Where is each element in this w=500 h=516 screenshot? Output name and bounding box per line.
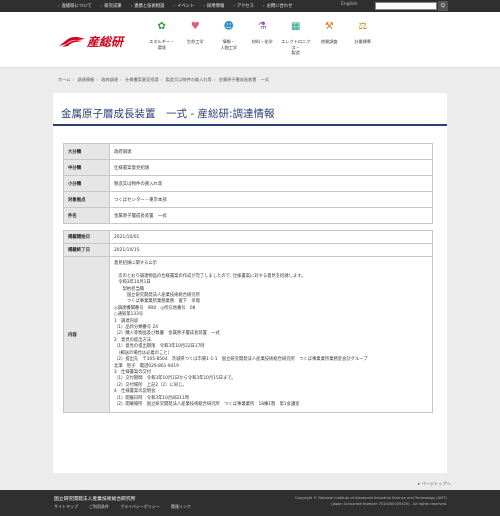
top-link-collaboration[interactable]: 連携と技術相談	[131, 3, 164, 9]
breadcrumb-opinion[interactable]: 仕様書案意見招請	[125, 77, 159, 82]
breadcrumb: ホーム › 調達情報 › 政府調達 › 仕様書案意見招請 › 製造又は物件の買入れ等 › …	[58, 77, 269, 82]
nav-label: エレクトロニクス・ 製造	[281, 39, 311, 55]
nav-item-information[interactable]: ☻ 情報・ 人間工学	[212, 12, 246, 68]
table-row: 小分類 製造又は物件の買入れ等	[63, 175, 433, 192]
search-button[interactable]: Q	[438, 1, 448, 11]
breadcrumb-purchase[interactable]: 製造又は物件の買入れ等	[166, 77, 212, 82]
content-key: 内容	[63, 255, 110, 414]
chip-icon: ▦	[291, 20, 301, 32]
heart-icon: ♥	[190, 20, 200, 32]
page-top-link[interactable]: ▸ ページトップへ	[418, 481, 451, 487]
footer-org: 国立研究開発法人産業技術総合研究所	[54, 497, 136, 502]
top-bar: 産総研について 研究成果 連携と技術相談 イベント 採用情報 アクセス お問い合…	[0, 0, 500, 12]
nav-label: 計量標準	[354, 39, 372, 44]
nav-item-energy[interactable]: ✿ エネルギー・ 環境	[145, 12, 179, 68]
logo-swoosh-icon	[59, 36, 85, 47]
table-row: 掲載終了日 2021/10/15	[63, 243, 433, 257]
row-key: 大分類	[63, 143, 110, 160]
table-row: 内容 意見招請に関する公示 次のとおり調達物品の仕様書案の作成が完了しましたので,…	[63, 255, 433, 414]
end-date-value: 2021/10/15	[109, 243, 433, 257]
search-icon: Q	[441, 3, 445, 9]
breadcrumb-procurement[interactable]: 調達情報	[77, 77, 94, 82]
footer-links: サイトマップ ご利用条件 プライバシーポリシー 関連リンク	[54, 504, 202, 510]
footer-link-related[interactable]: 関連リンク	[171, 504, 191, 510]
row-value: 金属原子層成長装置 一式	[109, 207, 433, 224]
top-link-results[interactable]: 研究成果	[101, 3, 121, 9]
top-link-events[interactable]: イベント	[173, 3, 194, 9]
table-row: 対象拠点 つくばセンター・東京本部	[63, 191, 433, 208]
page-top-label: ページトップへ	[421, 481, 451, 486]
footer-link-sitemap[interactable]: サイトマップ	[54, 504, 78, 510]
content-value: 意見招請に関する公示 次のとおり調達物品の仕様書案の作成が完了しましたので, 仕…	[109, 255, 433, 414]
row-value: 仕様書案意見招請	[109, 159, 433, 176]
top-links: 産総研について 研究成果 連携と技術相談 イベント 採用情報 アクセス お問い合…	[0, 3, 301, 9]
row-key: 対象拠点	[63, 191, 110, 208]
corp-number: (Japan Corporate Number 7010005005425) .…	[331, 502, 447, 506]
nav-item-electronics[interactable]: ▦ エレクトロニクス・ 製造	[279, 12, 313, 68]
chevron-up-icon: ▸	[418, 481, 421, 486]
person-icon: ☻	[223, 20, 234, 32]
row-value: つくばセンター・東京本部	[109, 191, 433, 208]
breadcrumb-home[interactable]: ホーム	[58, 77, 70, 82]
row-key: 件名	[63, 207, 110, 224]
search-input[interactable]	[375, 2, 437, 10]
flask-icon: ⚗	[257, 20, 267, 32]
breadcrumb-government[interactable]: 政府調達	[101, 77, 118, 82]
row-value: 政府調達	[109, 143, 433, 160]
table-row: 件名 金属原子層成長装置 一式	[63, 207, 433, 224]
details-table: 掲載開始日 2021/10/01 掲載終了日 2021/10/15 内容 意見招請に関…	[63, 230, 433, 414]
tools-icon: ⚒	[324, 20, 334, 32]
nav-item-metrology[interactable]: ⚖ 計量標準	[346, 12, 380, 68]
nav-item-geology[interactable]: ⚒ 地質調査	[313, 12, 347, 68]
classification-table: 大分類 政府調達 中分類 仕様書案意見招請 小分類 製造又は物件の買入れ等 対象拠点つ…	[63, 143, 433, 224]
nav-label: 情報・ 人間工学	[220, 39, 238, 50]
nav-label: 地質調査	[320, 39, 338, 44]
page-title: 金属原子層成長装置 一式 - 産総研:調達情報	[61, 108, 275, 120]
title-divider	[53, 124, 447, 126]
footer-link-terms[interactable]: ご利用条件	[89, 504, 109, 510]
logo-text: 産総研	[87, 35, 124, 49]
scale-icon: ⚖	[358, 20, 368, 32]
breadcrumb-current: 金属原子層成長装置 一式	[218, 77, 269, 82]
footer-link-privacy[interactable]: プライバシーポリシー	[120, 504, 160, 510]
row-key: 中分類	[63, 159, 110, 176]
top-link-recruit[interactable]: 採用情報	[203, 3, 224, 9]
start-date-key: 掲載開始日	[63, 230, 110, 244]
nav-label: エネルギー・ 環境	[149, 39, 175, 50]
english-link[interactable]: English	[341, 2, 357, 7]
top-link-access[interactable]: アクセス	[233, 3, 254, 9]
table-row: 中分類 仕様書案意見招請	[63, 159, 433, 176]
copyright: Copyright © National Institute of Advanc…	[282, 495, 447, 507]
end-date-key: 掲載終了日	[63, 243, 110, 257]
table-row: 掲載開始日 2021/10/01	[63, 230, 433, 244]
nav-label: 材料・化学	[251, 39, 273, 44]
start-date-value: 2021/10/01	[109, 230, 433, 244]
nav-label: 生命工学	[186, 39, 204, 44]
site-header: 産総研 ✿ エネルギー・ 環境 ♥ 生命工学 ☻ 情報・ 人間工学 ⚗ 材料・化…	[0, 12, 500, 68]
top-link-contact[interactable]: お問い合わせ	[263, 3, 293, 9]
nav-item-materials[interactable]: ⚗ 材料・化学	[246, 12, 280, 68]
site-footer: 国立研究開発法人産業技術総合研究所 サイトマップ ご利用条件 プライバシーポリシ…	[0, 490, 500, 516]
nav-item-life[interactable]: ♥ 生命工学	[179, 12, 213, 68]
table-row: 大分類 政府調達	[63, 143, 433, 160]
leaf-icon: ✿	[157, 20, 166, 32]
main-nav: ✿ エネルギー・ 環境 ♥ 生命工学 ☻ 情報・ 人間工学 ⚗ 材料・化学 ▦ …	[145, 12, 380, 68]
row-key: 小分類	[63, 175, 110, 192]
top-link-about[interactable]: 産総研について	[58, 3, 92, 9]
row-value: 製造又は物件の買入れ等	[109, 175, 433, 192]
aist-logo[interactable]: 産総研	[58, 33, 123, 50]
